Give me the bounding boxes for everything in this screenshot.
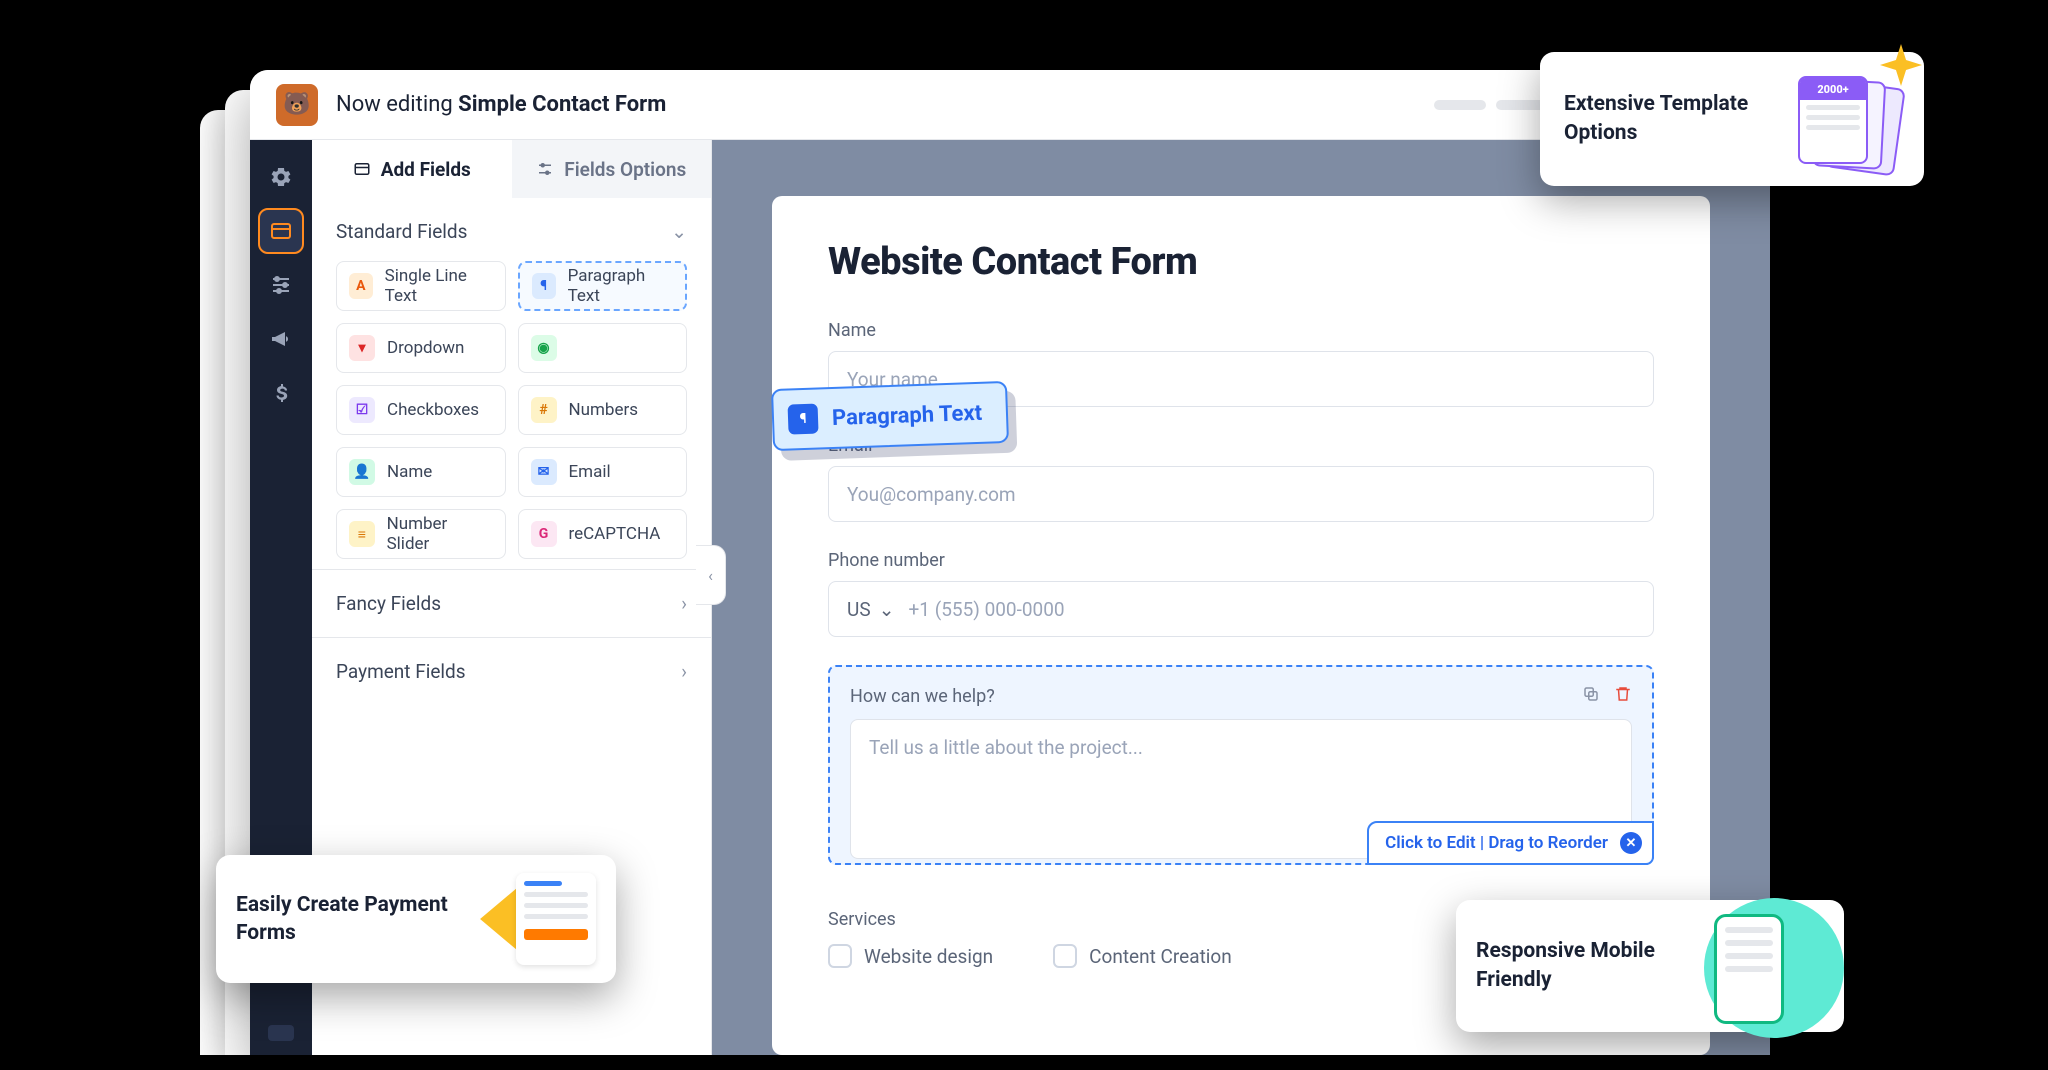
email-input[interactable] xyxy=(828,466,1654,522)
callout-templates: Extensive Template Options 2000+ xyxy=(1540,52,1924,186)
checkbox-icon: ☑ xyxy=(349,397,375,423)
sliders-icon xyxy=(536,160,554,178)
dragging-field-chip: ¶ Paragraph Text xyxy=(771,381,1009,451)
field-name[interactable]: 👤Name xyxy=(336,447,506,497)
phone-country-select[interactable]: US⌄ xyxy=(847,598,895,621)
nav-collapse-icon[interactable] xyxy=(268,1025,294,1041)
step-pill xyxy=(1434,100,1486,110)
service-option[interactable]: Website design xyxy=(828,944,993,968)
field-email[interactable]: ✉Email xyxy=(518,447,688,497)
sparkle-icon xyxy=(1880,44,1922,86)
field-single-line-text[interactable]: ASingle Line Text xyxy=(336,261,506,311)
field-recaptcha[interactable]: GreCAPTCHA xyxy=(518,509,688,559)
checkbox-icon xyxy=(828,944,852,968)
selected-field-block[interactable]: How can we help? Click to Edit | Drag to… xyxy=(828,665,1654,865)
mobile-illustration xyxy=(1704,918,1824,1014)
name-label: Name xyxy=(828,320,1654,341)
now-editing-label: Now editing Simple Contact Form xyxy=(336,92,666,117)
standard-fields-toggle[interactable]: Standard Fields ⌄ xyxy=(336,220,687,243)
person-icon: 👤 xyxy=(349,459,375,485)
chevron-right-icon: › xyxy=(681,660,687,683)
radio-icon: ◉ xyxy=(531,335,557,361)
field-paragraph-text[interactable]: ¶Paragraph Text xyxy=(518,261,688,311)
callout-payment-forms: Easily Create Payment Forms xyxy=(216,855,616,983)
nav-payments[interactable] xyxy=(258,370,304,416)
form-icon xyxy=(353,160,371,178)
field-multiple-choice[interactable]: ◉ xyxy=(518,323,688,373)
recaptcha-icon: G xyxy=(531,521,557,547)
app-logo-icon: 🐻 xyxy=(276,84,318,126)
field-dropdown[interactable]: ▾Dropdown xyxy=(336,323,506,373)
checkbox-icon xyxy=(1053,944,1077,968)
text-icon: A xyxy=(349,273,373,299)
payment-form-illustration xyxy=(498,873,596,965)
tab-field-options[interactable]: Fields Options xyxy=(512,140,712,198)
help-label: How can we help? xyxy=(850,686,995,707)
form-title: Website Contact Form xyxy=(828,240,1654,284)
paragraph-icon: ¶ xyxy=(788,404,819,435)
payment-fields-toggle[interactable]: Payment Fields › xyxy=(312,637,711,705)
chevron-down-icon: ⌄ xyxy=(879,598,895,621)
phone-placeholder: +1 (555) 000-0000 xyxy=(909,598,1065,621)
panel-collapse-handle[interactable]: ‹ xyxy=(696,545,726,605)
tab-add-fields[interactable]: Add Fields xyxy=(312,140,512,198)
nav-marketing[interactable] xyxy=(258,316,304,362)
edit-hint: Click to Edit | Drag to Reorder ✕ xyxy=(1367,821,1654,865)
callout-mobile: Responsive Mobile Friendly xyxy=(1456,900,1844,1032)
nav-settings[interactable] xyxy=(258,154,304,200)
close-hint-icon[interactable]: ✕ xyxy=(1620,832,1642,854)
dropdown-icon: ▾ xyxy=(349,335,375,361)
chevron-right-icon: › xyxy=(681,592,687,615)
fancy-fields-toggle[interactable]: Fancy Fields › xyxy=(312,569,711,637)
duplicate-icon[interactable] xyxy=(1582,685,1600,707)
phone-input[interactable]: US⌄ +1 (555) 000-0000 xyxy=(828,581,1654,637)
mail-icon: ✉ xyxy=(531,459,557,485)
field-numbers[interactable]: #Numbers xyxy=(518,385,688,435)
delete-icon[interactable] xyxy=(1614,685,1632,707)
nav-sliders[interactable] xyxy=(258,262,304,308)
field-checkboxes[interactable]: ☑Checkboxes xyxy=(336,385,506,435)
field-number-slider[interactable]: ≡Number Slider xyxy=(336,509,506,559)
paragraph-icon: ¶ xyxy=(532,273,556,299)
nav-fields[interactable] xyxy=(258,208,304,254)
templates-illustration: 2000+ xyxy=(1780,74,1900,164)
hash-icon: # xyxy=(531,397,557,423)
slider-icon: ≡ xyxy=(349,521,375,547)
phone-label: Phone number xyxy=(828,550,1654,571)
chevron-down-icon: ⌄ xyxy=(671,220,687,243)
service-option[interactable]: Content Creation xyxy=(1053,944,1232,968)
